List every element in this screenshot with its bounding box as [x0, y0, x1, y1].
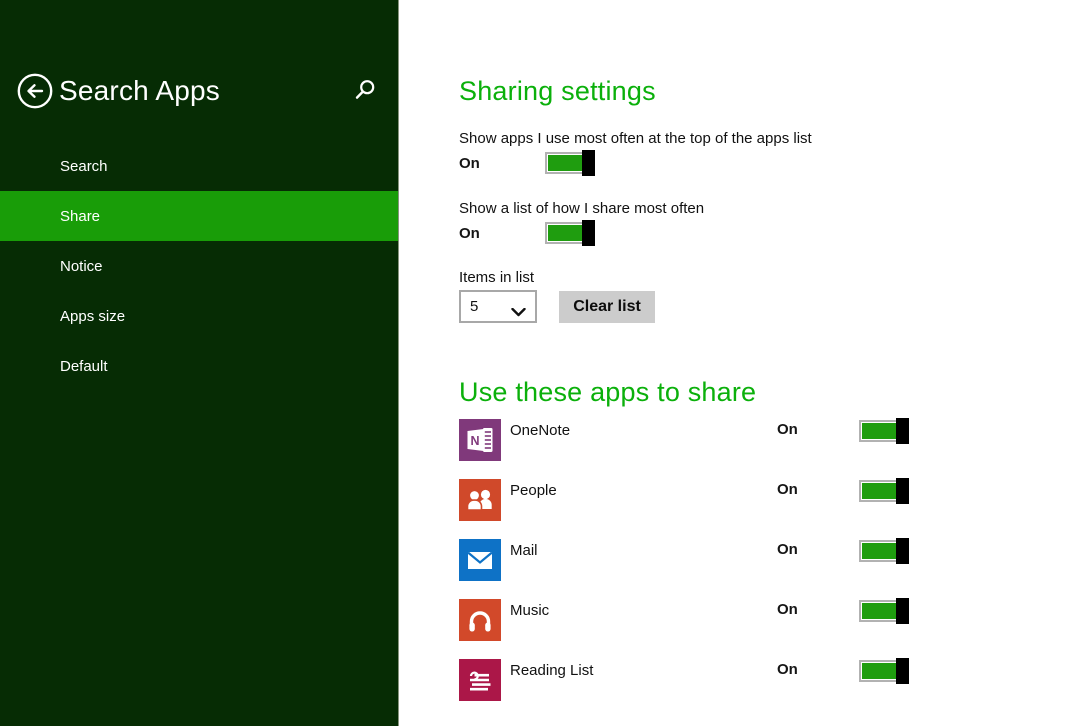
use-apps-heading: Use these apps to share	[459, 377, 757, 407]
main-content: Sharing settings Show apps I use most of…	[400, 0, 1076, 726]
svg-text:N: N	[470, 434, 479, 448]
sidebar-item-default[interactable]: Default	[0, 341, 398, 391]
toggle-thumb[interactable]	[896, 478, 909, 504]
app-row-people: People On	[459, 478, 1019, 539]
app-name: OneNote	[510, 422, 571, 439]
people-icon	[459, 479, 501, 521]
app-name: Music	[510, 602, 550, 619]
chevron-down-icon	[511, 304, 526, 321]
search-button[interactable]	[352, 78, 378, 104]
toggle-thumb[interactable]	[896, 658, 909, 684]
sidebar-item-share[interactable]: Share	[0, 191, 398, 241]
app-row-reading-list: Reading List On	[459, 658, 1019, 719]
sidebar-menu: Search Share Notice Apps size Default	[0, 141, 398, 391]
mail-toggle[interactable]	[859, 538, 909, 564]
people-toggle[interactable]	[859, 478, 909, 504]
most-often-toggle[interactable]	[545, 150, 595, 176]
app-name: Reading List	[510, 662, 594, 679]
app-toggle-state: On	[777, 481, 798, 498]
share-list-label: Show a list of how I share most often	[459, 200, 705, 217]
share-list-toggle-row: On	[459, 220, 1076, 246]
reading-list-toggle[interactable]	[859, 658, 909, 684]
toggle-thumb[interactable]	[582, 150, 595, 176]
reading-list-icon	[459, 659, 501, 701]
app-toggle-state: On	[777, 661, 798, 678]
music-toggle[interactable]	[859, 598, 909, 624]
most-often-toggle-state: On	[459, 154, 480, 172]
items-in-list-value: 5	[470, 298, 479, 315]
items-in-list-label: Items in list	[459, 269, 535, 286]
magnifier-icon	[353, 80, 377, 105]
back-button[interactable]	[17, 73, 53, 109]
sharing-settings-heading: Sharing settings	[459, 76, 656, 106]
app-toggle-state: On	[777, 601, 798, 618]
toggle-thumb[interactable]	[896, 538, 909, 564]
sidebar: Search Apps Search Share Notice Apps siz…	[0, 0, 399, 726]
toggle-thumb[interactable]	[582, 220, 595, 246]
music-icon	[459, 599, 501, 641]
settings-window: Search Apps Search Share Notice Apps siz…	[0, 0, 1076, 726]
app-row-mail: Mail On	[459, 538, 1019, 599]
app-row-music: Music On	[459, 598, 1019, 659]
back-arrow-circle-icon	[17, 73, 53, 109]
toggle-thumb[interactable]	[896, 418, 909, 444]
page-title: Search Apps	[59, 75, 220, 106]
items-in-list-select[interactable]: 5	[459, 290, 537, 323]
most-often-toggle-row: On	[459, 150, 1076, 176]
share-list-toggle[interactable]	[545, 220, 595, 246]
app-row-onenote: N OneNote On	[459, 418, 1019, 479]
app-toggle-state: On	[777, 421, 798, 438]
toggle-thumb[interactable]	[896, 598, 909, 624]
app-toggle-state: On	[777, 541, 798, 558]
sidebar-item-apps-size[interactable]: Apps size	[0, 291, 398, 341]
mail-icon	[459, 539, 501, 581]
clear-list-button[interactable]: Clear list	[559, 291, 655, 323]
onenote-toggle[interactable]	[859, 418, 909, 444]
items-in-list-controls: 5 Clear list	[459, 290, 1076, 323]
share-apps-list: N OneNote On People On Mail On Music On …	[459, 418, 1076, 719]
share-list-toggle-state: On	[459, 224, 480, 242]
most-often-label: Show apps I use most often at the top of…	[459, 130, 812, 147]
sidebar-item-search[interactable]: Search	[0, 141, 398, 191]
app-name: People	[510, 482, 557, 499]
onenote-icon: N	[459, 419, 501, 461]
app-name: Mail	[510, 542, 538, 559]
sidebar-item-notice[interactable]: Notice	[0, 241, 398, 291]
